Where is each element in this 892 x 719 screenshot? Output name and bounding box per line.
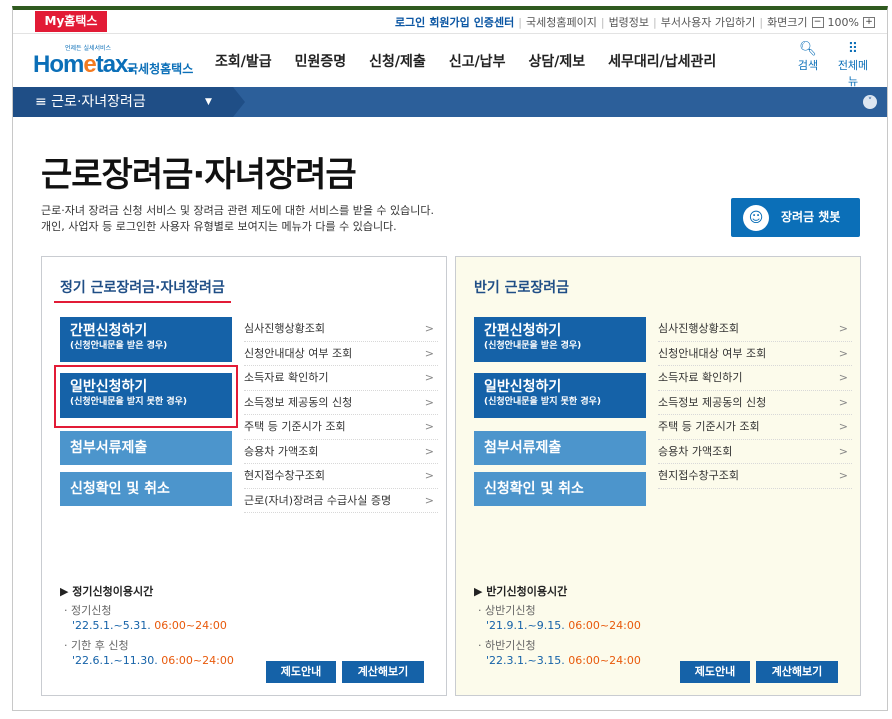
chevron-right-icon: > <box>424 444 434 458</box>
zoom-out-button[interactable]: − <box>811 16 824 28</box>
sub-link[interactable]: 신청안내대상 여부 조회 > <box>658 342 852 366</box>
sub-link[interactable]: 심사진행상황조회 > <box>244 317 438 342</box>
sub-link[interactable]: 현지접수창구조회 > <box>658 464 852 489</box>
page-title: 근로장려금·자녀장려금 <box>41 155 357 195</box>
chatbot-icon: ☺ <box>743 205 769 231</box>
confirm-cancel-button[interactable]: 신청확인 및 취소 <box>474 472 646 506</box>
chevron-right-icon: > <box>424 371 434 384</box>
chevron-right-icon: > <box>838 469 848 482</box>
signup-link[interactable]: 회원가입 <box>429 14 469 30</box>
confirm-cancel-button[interactable]: 신청확인 및 취소 <box>60 472 232 506</box>
regular-incentive-panel: 정기 근로장려금·자녀장려금 간편신청하기 (신청안내문을 받은 경우) 일반신… <box>41 256 447 696</box>
nav-item-apply[interactable]: 신청/제출 <box>369 51 426 71</box>
panel-title: 정기 근로장려금·자녀장려금 <box>54 277 231 303</box>
utility-links: 로그인 회원가입 인증센터 | 국세청홈페이지 | 법령정보 | 부서사용자 가… <box>391 14 875 30</box>
sub-link[interactable]: 현지접수창구조회 > <box>244 464 438 489</box>
zoom-in-button[interactable]: + <box>863 16 875 28</box>
chevron-right-icon: > <box>424 420 434 433</box>
chevron-right-icon: > <box>838 371 848 384</box>
breadcrumb-label: ≡ 근로·자녀장려금 <box>35 94 146 110</box>
chevron-right-icon: > <box>424 322 434 335</box>
grid-menu-icon: ⠿ <box>847 41 859 57</box>
nav-item-certificate[interactable]: 민원증명 <box>295 51 347 71</box>
sub-link-list: 심사진행상황조회 > 신청안내대상 여부 조회 > 소득자료 확인하기 > 소득정보 … <box>658 317 852 489</box>
chevron-right-icon: > <box>424 493 434 507</box>
global-nav: 조회/발급 민원증명 신청/제출 신고/납부 상담/제보 세무대리/납세관리 <box>215 51 739 71</box>
chatbot-button[interactable]: ☺ 장려금 챗봇 <box>731 198 860 237</box>
logo-wordmark: Hometax. <box>33 51 134 78</box>
attach-documents-button[interactable]: 첨부서류제출 <box>474 431 646 465</box>
panel-title: 반기 근로장려금 <box>474 280 570 296</box>
sub-link[interactable]: 소득정보 제공동의 신청 > <box>244 391 438 415</box>
divider: | <box>600 15 605 29</box>
law-info-link[interactable]: 법령정보 <box>609 14 649 30</box>
divider: | <box>518 15 522 29</box>
calculate-button[interactable]: 계산해보기 <box>342 661 424 683</box>
login-link[interactable]: 로그인 <box>395 14 425 30</box>
usage-time-heading: ▶ 정기신청이용시간 <box>60 585 154 598</box>
sub-link-list: 심사진행상황조회 > 신청안내대상 여부 조회 > 소득자료 확인하기 > 소득정보 … <box>244 317 438 513</box>
all-menu-button[interactable]: ⠿ 전체메뉴 <box>833 41 873 89</box>
breadcrumb-dropdown[interactable]: ≡ 근로·자녀장려금 ▼ <box>13 87 245 117</box>
highlight-box <box>54 365 238 428</box>
logo-subtitle: 국세청홈택스 <box>127 62 194 76</box>
dept-user-signup-link[interactable]: 부서사용자 가입하기 <box>661 14 756 30</box>
sub-link[interactable]: 주택 등 기준시가 조회 > <box>244 415 438 440</box>
system-guide-button[interactable]: 제도안내 <box>680 661 750 683</box>
chevron-right-icon: > <box>838 420 848 433</box>
page-frame: My홈택스 로그인 회원가입 인증센터 | 국세청홈페이지 | 법령정보 | 부… <box>12 6 888 711</box>
nav-item-tax-agent[interactable]: 세무대리/납세관리 <box>608 51 716 71</box>
nav-item-inquiry[interactable]: 조회/발급 <box>215 51 272 71</box>
divider: | <box>759 15 764 29</box>
sub-link[interactable]: 근로(자녀)장려금 수급사실 증명 > <box>244 489 438 513</box>
chevron-right-icon: > <box>838 322 848 335</box>
chevron-right-icon: > <box>838 395 848 409</box>
chevron-right-icon: > <box>424 395 434 409</box>
sub-link[interactable]: 승용차 가액조회 > <box>244 440 438 464</box>
sub-link[interactable]: 소득자료 확인하기 > <box>658 366 852 391</box>
usage-time-details: · 정기신청 '22.5.1.~5.31. 06:00~24:00 · 기한 후… <box>64 604 234 667</box>
general-apply-button[interactable]: 일반신청하기 (신청안내문을 받지 못한 경우) <box>474 373 646 418</box>
screen-size-label: 화면크기 <box>767 16 808 29</box>
main-header: 언제든 실세서비스 Hometax. 국세청홈택스 조회/발급 민원증명 신청/… <box>13 34 887 89</box>
divider: | <box>653 15 657 29</box>
my-hometax-button[interactable]: My홈택스 <box>35 11 107 32</box>
simple-apply-button[interactable]: 간편신청하기 (신청안내문을 받은 경우) <box>60 317 232 362</box>
sub-link[interactable]: 심사진행상황조회 > <box>658 317 852 342</box>
sub-link[interactable]: 승용차 가액조회 > <box>658 440 852 464</box>
chevron-right-icon: > <box>838 444 848 458</box>
cert-center-link[interactable]: 인증센터 <box>474 14 514 30</box>
chevron-down-icon[interactable]: ˅ <box>863 95 877 109</box>
simple-apply-button[interactable]: 간편신청하기 (신청안내문을 받은 경우) <box>474 317 646 362</box>
chevron-right-icon: > <box>424 469 434 482</box>
nav-item-report-pay[interactable]: 신고/납부 <box>449 51 506 71</box>
half-year-incentive-panel: 반기 근로장려금 간편신청하기 (신청안내문을 받은 경우) 일반신청하기 (신… <box>455 256 861 696</box>
page-description: 근로·자녀 장려금 신청 서비스 및 장려금 관련 제도에 대한 서비스를 받을… <box>41 204 435 233</box>
usage-time-heading: ▶ 반기신청이용시간 <box>474 585 568 598</box>
breadcrumb-bar: ≡ 근로·자녀장려금 ▼ ˅ <box>13 87 887 117</box>
breadcrumb-arrow-shape <box>233 87 245 117</box>
search-icon: 🔍︎ <box>799 41 817 57</box>
dropdown-arrow-icon: ▼ <box>205 97 212 107</box>
nav-item-consult[interactable]: 상담/제보 <box>528 51 585 71</box>
usage-time-details: · 상반기신청 '21.9.1.~9.15. 06:00~24:00 · 하반기… <box>478 604 641 667</box>
attach-documents-button[interactable]: 첨부서류제출 <box>60 431 232 465</box>
sub-link[interactable]: 소득정보 제공동의 신청 > <box>658 391 852 415</box>
calculate-button[interactable]: 계산해보기 <box>756 661 838 683</box>
sub-link[interactable]: 소득자료 확인하기 > <box>244 366 438 391</box>
system-guide-button[interactable]: 제도안내 <box>266 661 336 683</box>
chevron-right-icon: > <box>424 346 434 360</box>
chevron-right-icon: > <box>838 346 848 360</box>
utility-bar: My홈택스 로그인 회원가입 인증센터 | 국세청홈페이지 | 법령정보 | 부… <box>13 10 887 34</box>
sub-link[interactable]: 신청안내대상 여부 조회 > <box>244 342 438 366</box>
nts-homepage-link[interactable]: 국세청홈페이지 <box>526 14 597 30</box>
zoom-level: 100% <box>827 15 859 29</box>
search-button[interactable]: 🔍︎ 검색 <box>791 41 825 73</box>
sub-link[interactable]: 주택 등 기준시가 조회 > <box>658 415 852 440</box>
